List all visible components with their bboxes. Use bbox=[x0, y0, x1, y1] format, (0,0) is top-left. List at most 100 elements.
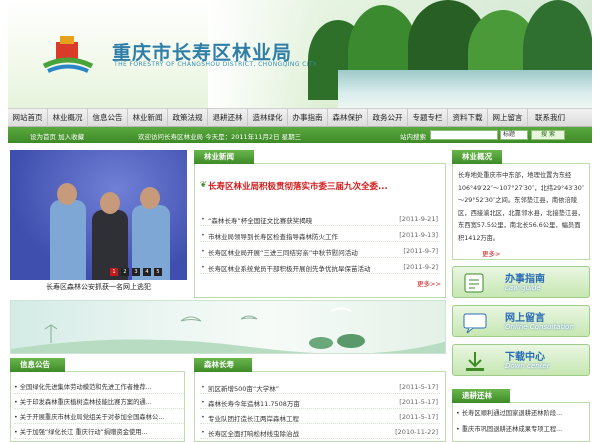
quick-link-subtitle: Down center bbox=[505, 362, 550, 370]
welcome-date: 欢迎访问长寿区林业局 今天是：2011年11月2日 星期三 bbox=[138, 133, 302, 141]
nav-item-policy[interactable]: 政策法规 bbox=[168, 109, 208, 127]
list-item[interactable]: • 长寿区林业局开展“三进三同结穷亲”中秋节慰问活动 [2011-9-7] bbox=[200, 246, 440, 258]
nav-item-home[interactable]: 网站首页 bbox=[8, 109, 48, 127]
notices-panel-title[interactable]: 信息公告 bbox=[10, 358, 65, 372]
list-item[interactable]: • 市林业局领导到长寿区检查指导森林防火工作 [2011-9-13] bbox=[200, 230, 440, 242]
forest-title[interactable]: 森林长寿今年造林11.7508万亩 bbox=[208, 398, 388, 408]
list-item[interactable]: • 关于开展重庆市林业局党组关于对参加全国森林公... bbox=[14, 412, 184, 424]
slide-dot[interactable]: 3 bbox=[132, 268, 140, 276]
forest-title[interactable]: 凯区新增500亩“大学林” bbox=[208, 383, 388, 393]
nav-item-contact[interactable]: 联系我们 bbox=[528, 109, 572, 127]
forest-date: [2011-5-17] bbox=[399, 398, 438, 406]
news-title[interactable]: 市林业局领导到长寿区检查指导森林防火工作 bbox=[208, 231, 388, 241]
slide-dot[interactable]: 4 bbox=[143, 268, 151, 276]
slide-dot[interactable]: 1 bbox=[110, 268, 118, 276]
news-title[interactable]: 长寿区林业系统党员干部积极开展创先争优抗旱保苗活动 bbox=[208, 263, 388, 273]
bullet-icon: • bbox=[201, 398, 205, 406]
news-date: [2011-9-7] bbox=[403, 247, 438, 255]
search-input[interactable] bbox=[430, 130, 498, 140]
quick-link-subtitle: Online Consultation bbox=[505, 323, 574, 331]
photo-caption[interactable]: 长寿区森林公安抓获一名网上逃犯 bbox=[10, 282, 187, 294]
news-date: [2011-9-2] bbox=[403, 263, 438, 271]
main-nav: 网站首页 林业概况 信息公告 林业新闻 政策法规 退耕还林 造林绿化 办事指南 … bbox=[8, 108, 592, 127]
banner-art bbox=[11, 307, 445, 353]
list-item[interactable]: • 重庆市巩固退耕还林成果专项工程... bbox=[456, 424, 588, 436]
forest-title[interactable]: 专业队团打造长江两岸森林工程 bbox=[208, 413, 388, 423]
list-item[interactable]: • 长寿区全面打响松材线虫除治战 [2010-11-22] bbox=[200, 427, 440, 439]
info-bar: 设为首页 加入收藏 欢迎访问长寿区林业局 今天是：2011年11月2日 星期三 … bbox=[8, 127, 592, 143]
bullet-icon: • bbox=[201, 215, 205, 223]
nav-item-message[interactable]: 网上留言 bbox=[488, 109, 528, 127]
quick-link-title: 办事指南 bbox=[505, 274, 545, 285]
nav-item-public[interactable]: 政务公开 bbox=[368, 109, 408, 127]
promo-banner[interactable] bbox=[10, 300, 446, 354]
headline-link[interactable]: 长寿区林业局积极贯彻落实市委三届九次全委... bbox=[208, 180, 388, 192]
search-label: 站内搜索 bbox=[400, 133, 426, 141]
page: 重庆市长寿区林业局 THE FORESTRY OF CHANGSHOU DIST… bbox=[0, 0, 600, 442]
news-title[interactable]: “森林长寿”杯全国征文比赛获奖揭晓 bbox=[208, 215, 388, 225]
notice-title[interactable]: 关于加强“绿化长江 重庆行动”捐赠资金使用... bbox=[20, 429, 148, 436]
nav-item-special[interactable]: 专题专栏 bbox=[408, 109, 448, 127]
tuigeng-title[interactable]: 重庆市巩固退耕还林成果专项工程... bbox=[462, 426, 562, 433]
search-type-select[interactable]: 标题 bbox=[500, 130, 528, 140]
nav-item-news[interactable]: 林业新闻 bbox=[128, 109, 168, 127]
tuigeng-title[interactable]: 长寿区顺利通过国家退耕还林阶段... bbox=[462, 410, 562, 417]
news-panel-title[interactable]: 林业新闻 bbox=[194, 150, 254, 164]
forest-date: [2011-5-17] bbox=[399, 413, 438, 421]
search-button[interactable]: 搜 索 bbox=[531, 130, 565, 140]
list-item[interactable]: • 专业队团打造长江两岸森林工程 [2011-5-17] bbox=[200, 412, 440, 424]
download-center-button[interactable]: 下载中心 Down center bbox=[452, 344, 590, 376]
forest-title[interactable]: 长寿区全面打响松材线虫除治战 bbox=[208, 428, 388, 438]
news-more-link[interactable]: 更多>> bbox=[417, 278, 441, 288]
overview-text: 长寿地处重庆市中东部，地理位置为东经106°49′22″～107°27′30″，… bbox=[458, 172, 585, 242]
tuigeng-panel-title[interactable]: 退耕还林 bbox=[452, 389, 510, 403]
news-date: [2011-9-13] bbox=[399, 231, 438, 239]
notice-title[interactable]: 全国绿化先进集体劳动模范和先进工作者推荐... bbox=[20, 384, 152, 391]
online-consultation-button[interactable]: 网上留言 Online Consultation bbox=[452, 305, 590, 337]
news-photo[interactable]: 1 2 3 4 5 bbox=[10, 150, 187, 280]
photo-person-head bbox=[140, 187, 160, 209]
bullet-icon: • bbox=[201, 247, 205, 255]
list-item[interactable]: • 关于加强“绿化长江 重庆行动”捐赠资金使用... bbox=[14, 427, 184, 439]
favorite-links[interactable]: 设为首页 加入收藏 bbox=[30, 131, 84, 141]
list-item[interactable]: • 关于印发森林重庆植树造林技能比赛方案的通... bbox=[14, 397, 184, 409]
slide-indicators: 1 2 3 4 5 bbox=[110, 268, 162, 276]
nav-item-protection[interactable]: 森林保护 bbox=[328, 109, 368, 127]
lake bbox=[338, 70, 592, 108]
download-center-icon bbox=[466, 352, 484, 371]
law-guide-button[interactable]: 办事指南 Law guide bbox=[452, 266, 590, 298]
slide-dot[interactable]: 5 bbox=[154, 268, 162, 276]
nav-item-notices[interactable]: 信息公告 bbox=[88, 109, 128, 127]
leaf-icon: ❦ bbox=[200, 180, 207, 189]
quick-link-title: 网上留言 bbox=[505, 313, 545, 324]
overview-panel-title[interactable]: 林业概况 bbox=[452, 150, 502, 164]
nav-item-guide[interactable]: 办事指南 bbox=[288, 109, 328, 127]
nav-item-overview[interactable]: 林业概况 bbox=[48, 109, 88, 127]
nav-item-tuigeng[interactable]: 退耕还林 bbox=[208, 109, 248, 127]
online-consultation-icon bbox=[463, 313, 487, 334]
list-item[interactable]: • 长寿区顺利通过国家退耕还林阶段... bbox=[456, 408, 588, 420]
list-item[interactable]: • 森林长寿今年造林11.7508万亩 [2011-5-17] bbox=[200, 397, 440, 409]
notice-title[interactable]: 关于开展重庆市林业局党组关于对参加全国森林公... bbox=[20, 414, 165, 421]
site-logo bbox=[42, 36, 94, 73]
forest-date: [2011-5-17] bbox=[399, 383, 438, 391]
nav-item-greening[interactable]: 造林绿化 bbox=[248, 109, 288, 127]
list-item[interactable]: • 凯区新增500亩“大学林” [2011-5-17] bbox=[200, 382, 440, 394]
bullet-icon: • bbox=[201, 263, 205, 271]
bullet-icon: • bbox=[201, 413, 205, 421]
slide-dot[interactable]: 2 bbox=[121, 268, 129, 276]
bullet-icon: • bbox=[201, 231, 205, 239]
overview-more-link[interactable]: 更多> bbox=[482, 248, 500, 258]
list-item[interactable]: • “森林长寿”杯全国征文比赛获奖揭晓 [2011-9-21] bbox=[200, 214, 440, 226]
news-title[interactable]: 长寿区林业局开展“三进三同结穷亲”中秋节慰问活动 bbox=[208, 247, 388, 257]
bullet-icon: • bbox=[201, 383, 205, 391]
forest-panel-title[interactable]: 森林长寿 bbox=[194, 358, 252, 372]
list-item[interactable]: • 长寿区林业系统党员干部积极开展创先争优抗旱保苗活动 [2011-9-2] bbox=[200, 262, 440, 274]
photo-person bbox=[50, 200, 86, 280]
list-item[interactable]: • 全国绿化先进集体劳动模范和先进工作者推荐... bbox=[14, 382, 184, 394]
nav-item-download[interactable]: 资料下载 bbox=[448, 109, 488, 127]
law-guide-icon bbox=[464, 273, 484, 293]
site-subtitle: THE FORESTRY OF CHANGSHOU DISTRICT, CHON… bbox=[114, 61, 318, 68]
notice-title[interactable]: 关于印发森林重庆植树造林技能比赛方案的通... bbox=[20, 399, 152, 406]
news-date: [2011-9-21] bbox=[399, 215, 438, 223]
